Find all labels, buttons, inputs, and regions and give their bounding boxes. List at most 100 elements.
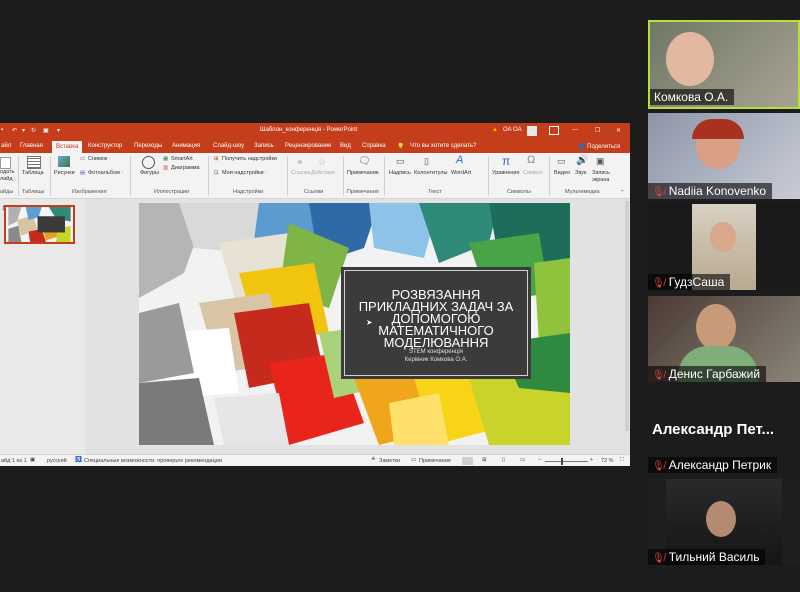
user-name[interactable]: OA OA: [503, 127, 522, 133]
tab-file[interactable]: айл: [1, 143, 11, 149]
table-icon[interactable]: [27, 156, 41, 169]
equation-button[interactable]: Уравнение: [492, 170, 520, 176]
title-bar: ▪ ↶ ▾ ↻ ▣ ▾ Шаблон_конференція - PowerPo…: [0, 123, 630, 139]
audio-button[interactable]: Звук: [575, 170, 586, 176]
zoom-out-icon[interactable]: −: [538, 457, 541, 463]
wordart-button[interactable]: WordArt: [451, 170, 471, 176]
tab-help[interactable]: Справка: [362, 143, 386, 149]
new-slide-icon[interactable]: [0, 157, 11, 169]
pictures-icon[interactable]: [58, 156, 70, 167]
action-button[interactable]: Действие: [311, 170, 335, 176]
tab-transitions[interactable]: Переходы: [134, 143, 162, 149]
textbox-button[interactable]: Надпись: [389, 170, 411, 176]
shapes-button[interactable]: Фигуры: [140, 170, 159, 176]
participant-hair: [692, 119, 744, 139]
zoom-level[interactable]: 72 %: [601, 458, 614, 464]
status-bar: айд 1 из 1 ▣ русский ♿ Специальные возмо…: [0, 454, 630, 466]
minimize-icon[interactable]: —: [572, 127, 578, 133]
redo-dropdown-icon[interactable]: ▾: [22, 127, 25, 134]
shapes-icon[interactable]: [142, 156, 155, 169]
participant-tile[interactable]: 🎙︎̸ Тильний Василь: [648, 479, 800, 565]
maximize-icon[interactable]: ❐: [595, 127, 600, 134]
pictures-button[interactable]: Рисунки: [54, 170, 75, 176]
tab-insert[interactable]: Вставка: [52, 141, 83, 153]
fit-slide-icon[interactable]: ⛶: [620, 457, 624, 464]
new-slide-label: одать: [0, 169, 15, 175]
undo-icon[interactable]: ↶: [12, 127, 17, 134]
my-addins-button[interactable]: Мои надстройки ·: [222, 170, 267, 176]
ribbon-display-options-icon[interactable]: [549, 126, 559, 135]
redo-icon[interactable]: ↻: [31, 127, 36, 134]
link-button[interactable]: Ссылка: [291, 170, 310, 176]
participant-name: 🎙︎̸ Nadiia Konovenko: [648, 183, 773, 199]
participant-video: [696, 304, 736, 350]
slide-sorter-icon[interactable]: ⊞: [482, 457, 487, 463]
comments-button[interactable]: Примечания: [419, 458, 451, 464]
notes-button[interactable]: Заметки: [379, 458, 400, 464]
tell-me-search[interactable]: Что вы хотите сделать?: [410, 143, 476, 149]
participant-tile[interactable]: 🎙︎̸ Nadiia Konovenko: [648, 113, 800, 199]
tab-home[interactable]: Главная: [20, 143, 43, 149]
slideshow-icon[interactable]: ▭: [520, 457, 525, 463]
normal-view-icon[interactable]: [462, 457, 473, 465]
tab-review[interactable]: Рецензирование: [285, 143, 331, 149]
group-text: Текст: [428, 189, 442, 195]
spelling-icon[interactable]: ▣: [30, 457, 35, 463]
zoom-in-icon[interactable]: +: [590, 457, 593, 463]
group-media: Мультимедиа: [565, 189, 600, 195]
zoom-slider[interactable]: [545, 461, 588, 462]
table-button[interactable]: Таблица: [22, 170, 44, 176]
participant-tile[interactable]: Комкова О.А.: [648, 20, 800, 109]
divider: [549, 156, 550, 196]
tab-record[interactable]: Запись: [254, 143, 274, 149]
get-addins-button[interactable]: Получить надстройки: [222, 156, 277, 162]
header-footer-button[interactable]: Колонтитулы: [414, 170, 447, 176]
comment-icon: 🗨: [358, 156, 371, 167]
save-icon[interactable]: ▪: [1, 127, 3, 133]
start-from-beginning-icon[interactable]: ▣: [43, 127, 49, 134]
comment-button[interactable]: Примечание: [347, 170, 379, 176]
tab-animations[interactable]: Анимация: [172, 143, 200, 149]
participant-placeholder-name: Александр Пет...: [652, 421, 775, 438]
zoom-slider-thumb[interactable]: [561, 458, 563, 465]
participant-tile[interactable]: Александр Пет... 🎙︎̸ Александр Петрик: [648, 387, 800, 473]
accessibility-status[interactable]: Специальные возможности: проверьте реком…: [84, 458, 222, 464]
tab-view[interactable]: Вид: [340, 143, 351, 149]
language[interactable]: русский: [47, 458, 67, 464]
thumbnail-preview: [8, 207, 71, 242]
ribbon-tabs: айл Главная Вставка Конструктор Переходы…: [0, 139, 630, 153]
divider: [343, 156, 344, 196]
participant-tile[interactable]: 🎙︎̸ Денис Гарбажий: [648, 296, 800, 382]
screen-recording-button[interactable]: Запись: [592, 170, 610, 176]
participant-name-text: Денис Гарбажий: [668, 367, 761, 381]
avatar[interactable]: [527, 126, 537, 136]
participant-tile[interactable]: 🎙︎̸ ГудзСаша: [648, 204, 800, 290]
collapse-ribbon-icon[interactable]: ⌃: [620, 190, 625, 196]
comments-icon: ▭: [411, 457, 417, 463]
participant-name: 🎙︎̸ Александр Петрик: [648, 457, 778, 473]
participant-name-text: Александр Петрик: [668, 458, 772, 472]
current-slide[interactable]: Розвязання прикладних задач за допомогою…: [139, 203, 570, 445]
mouse-cursor: ➤: [366, 318, 373, 327]
smartart-button[interactable]: SmartArt: [171, 156, 193, 162]
chart-button[interactable]: Диаграмма: [171, 165, 200, 171]
customize-toolbar-icon[interactable]: ▾: [57, 127, 60, 134]
reading-view-icon[interactable]: ▯: [502, 457, 505, 463]
divider: [130, 156, 131, 196]
slide-count: айд 1 из 1: [1, 458, 27, 464]
symbol-button[interactable]: Символ: [523, 170, 543, 176]
tab-design[interactable]: Конструктор: [88, 143, 122, 149]
screenshot-button[interactable]: Снимок ·: [88, 156, 111, 162]
vertical-scrollbar[interactable]: [625, 201, 629, 431]
close-icon[interactable]: ✕: [616, 127, 621, 134]
photo-album-button[interactable]: Фотоальбом ·: [88, 170, 123, 176]
tab-slideshow[interactable]: Слайд-шоу: [213, 143, 244, 149]
lightbulb-icon: 💡: [397, 144, 405, 150]
share-button[interactable]: 👤 Поделиться: [578, 143, 620, 150]
mic-off-icon: 🎙︎̸: [652, 461, 665, 472]
group-images: Изображения: [72, 189, 107, 195]
slide-thumbnail[interactable]: [4, 205, 75, 244]
video-button[interactable]: Видео: [554, 170, 570, 176]
participant-name-text: Комкова О.А.: [654, 90, 729, 104]
divider: [208, 156, 209, 196]
